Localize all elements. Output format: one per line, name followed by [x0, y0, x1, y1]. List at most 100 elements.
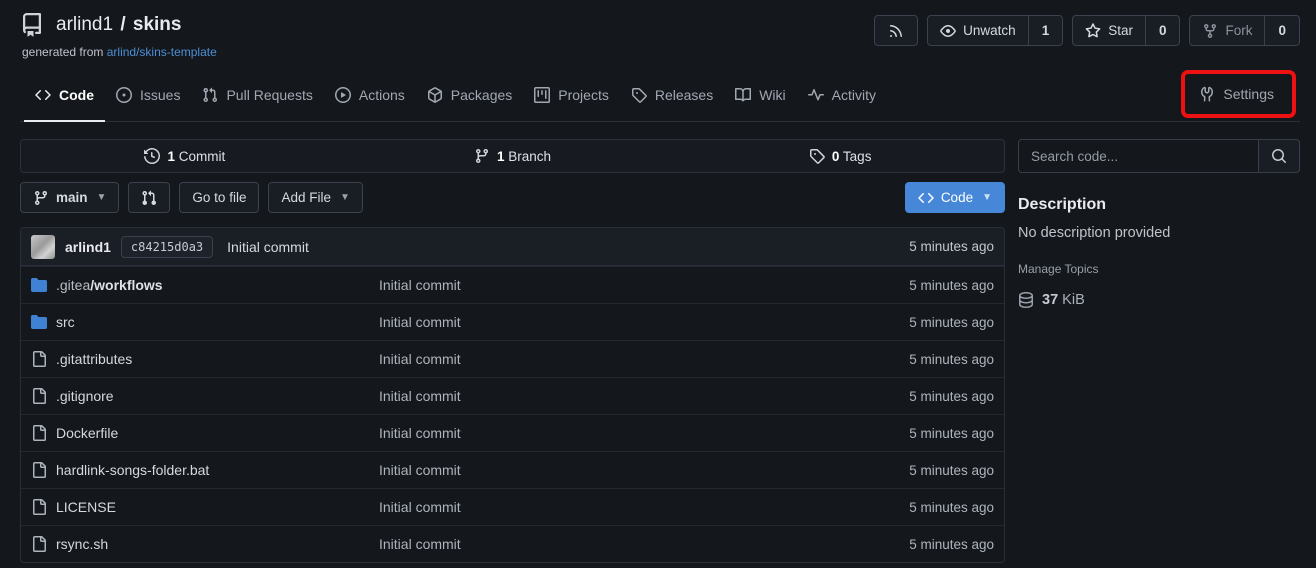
tab-projects[interactable]: Projects: [523, 69, 620, 122]
commits-stat[interactable]: 1 Commit: [21, 148, 349, 164]
tab-label: Activity: [832, 87, 876, 103]
file-link[interactable]: LICENSE: [56, 499, 116, 515]
file-time: 5 minutes ago: [824, 426, 994, 441]
fork-button[interactable]: Fork: [1190, 15, 1264, 46]
tab-wiki[interactable]: Wiki: [724, 69, 796, 122]
commit-message-link[interactable]: Initial commit: [227, 239, 309, 255]
file-icon: [31, 388, 47, 404]
repo-toolbar: main ▼ Go to file Add File ▼ Code ▼: [20, 182, 1005, 213]
file-time: 5 minutes ago: [824, 500, 994, 515]
file-link[interactable]: Dockerfile: [56, 425, 118, 441]
watch-count[interactable]: 1: [1028, 15, 1063, 46]
file-commit-message[interactable]: Initial commit: [379, 425, 824, 441]
file-commit-message[interactable]: Initial commit: [379, 351, 824, 367]
chevron-down-icon: ▼: [982, 192, 992, 203]
file-commit-message[interactable]: Initial commit: [379, 314, 824, 330]
tab-label: Issues: [140, 87, 180, 103]
tag-icon: [631, 87, 647, 103]
table-row: .gitattributes Initial commit 5 minutes …: [21, 340, 1004, 377]
file-commit-message[interactable]: Initial commit: [379, 499, 824, 515]
search-code-input[interactable]: [1018, 139, 1258, 173]
folder-icon: [31, 277, 47, 293]
file-commit-message[interactable]: Initial commit: [379, 462, 824, 478]
tab-activity[interactable]: Activity: [797, 69, 887, 122]
fork-count[interactable]: 0: [1264, 15, 1299, 46]
tools-icon: [1199, 86, 1215, 102]
repo-actions: Unwatch 1 Star 0 Fork 0: [874, 13, 1300, 46]
eye-icon: [940, 23, 956, 39]
tab-issues[interactable]: Issues: [105, 69, 191, 122]
repo-icon: [20, 13, 44, 37]
file-icon: [31, 499, 47, 515]
file-icon: [31, 425, 47, 441]
manage-topics-link[interactable]: Manage Topics: [1018, 262, 1099, 276]
tab-releases[interactable]: Releases: [620, 69, 724, 122]
table-row: src Initial commit 5 minutes ago: [21, 303, 1004, 340]
tags-stat[interactable]: 0 Tags: [676, 148, 1004, 164]
tab-label: Actions: [359, 87, 405, 103]
size-unit: KiB: [1062, 292, 1085, 308]
generated-from: generated from arlind/skins-template: [22, 45, 217, 59]
tab-actions[interactable]: Actions: [324, 69, 416, 122]
star-count[interactable]: 0: [1145, 15, 1180, 46]
unwatch-button[interactable]: Unwatch: [928, 15, 1028, 46]
template-link[interactable]: arlind/skins-template: [107, 45, 217, 59]
repo-sidebar: Description No description provided Mana…: [1018, 139, 1300, 563]
branch-selector[interactable]: main ▼: [20, 182, 119, 213]
history-icon: [144, 148, 160, 164]
table-row: .gitignore Initial commit 5 minutes ago: [21, 377, 1004, 414]
go-to-file-label: Go to file: [192, 190, 246, 205]
compare-button[interactable]: [128, 182, 170, 213]
code-download-button[interactable]: Code ▼: [905, 182, 1005, 213]
repo-name-link[interactable]: skins: [133, 14, 182, 35]
code-icon: [918, 190, 934, 206]
unwatch-label: Unwatch: [963, 23, 1016, 38]
file-commit-message[interactable]: Initial commit: [379, 277, 824, 293]
tag-count: 0: [832, 149, 840, 164]
star-icon: [1085, 23, 1101, 39]
file-link[interactable]: .gitea/workflows: [56, 277, 163, 293]
branch-label: Branch: [508, 149, 551, 164]
database-icon: [1018, 292, 1034, 308]
search-button[interactable]: [1258, 139, 1300, 173]
file-time: 5 minutes ago: [824, 352, 994, 367]
file-commit-message[interactable]: Initial commit: [379, 536, 824, 552]
commit-hash-link[interactable]: c84215d0a3: [121, 236, 213, 258]
file-link[interactable]: .gitignore: [56, 388, 114, 404]
tab-label: Releases: [655, 87, 713, 103]
rss-button[interactable]: [874, 15, 918, 46]
play-circle-icon: [335, 87, 351, 103]
file-link[interactable]: .gitattributes: [56, 351, 132, 367]
file-icon: [31, 536, 47, 552]
star-button[interactable]: Star: [1073, 15, 1145, 46]
add-file-button[interactable]: Add File ▼: [268, 182, 362, 213]
table-row: Dockerfile Initial commit 5 minutes ago: [21, 414, 1004, 451]
tab-label: Settings: [1223, 86, 1274, 102]
commit-label: Commit: [179, 149, 226, 164]
repo-owner-link[interactable]: arlind1: [56, 14, 113, 35]
repo-tab-bar: Code Issues Pull Requests Actions Packag…: [20, 69, 1300, 122]
repo-title: arlind1 / skins: [20, 13, 217, 37]
file-commit-message[interactable]: Initial commit: [379, 388, 824, 404]
avatar[interactable]: [31, 235, 55, 259]
file-link[interactable]: hardlink-songs-folder.bat: [56, 462, 209, 478]
tab-settings[interactable]: Settings: [1191, 78, 1282, 110]
pulse-icon: [808, 87, 824, 103]
git-compare-icon: [141, 190, 157, 206]
table-row: .gitea/workflows Initial commit 5 minute…: [21, 266, 1004, 303]
tab-code[interactable]: Code: [24, 69, 105, 122]
branches-stat[interactable]: 1 Branch: [349, 148, 677, 164]
tab-pull-requests[interactable]: Pull Requests: [191, 69, 323, 122]
table-row: LICENSE Initial commit 5 minutes ago: [21, 488, 1004, 525]
commit-author-link[interactable]: arlind1: [65, 239, 111, 255]
file-link[interactable]: src: [56, 314, 75, 330]
file-icon: [31, 462, 47, 478]
tab-packages[interactable]: Packages: [416, 69, 523, 122]
issue-icon: [116, 87, 132, 103]
repo-size: 37 KiB: [1018, 292, 1300, 308]
latest-commit-row: arlind1 c84215d0a3 Initial commit 5 minu…: [21, 228, 1004, 266]
watch-button-group: Unwatch 1: [927, 15, 1063, 46]
pull-request-icon: [202, 87, 218, 103]
go-to-file-button[interactable]: Go to file: [179, 182, 259, 213]
file-link[interactable]: rsync.sh: [56, 536, 108, 552]
